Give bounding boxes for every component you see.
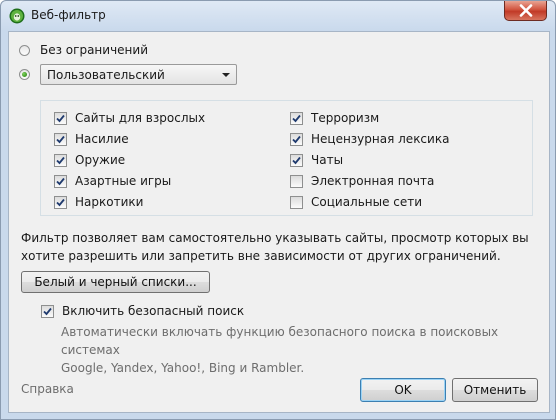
- help-link[interactable]: Справка: [21, 382, 74, 396]
- categories-group: Сайты для взрослых Насилие Оружие Азартн…: [40, 100, 533, 216]
- category-label: Наркотики: [75, 195, 144, 209]
- check-icon: [56, 198, 65, 206]
- category-violence[interactable]: Насилие: [54, 131, 129, 147]
- close-button[interactable]: [504, 1, 547, 21]
- custom-radio[interactable]: [19, 68, 30, 80]
- safe-search-label: Включить безопасный поиск: [62, 304, 245, 318]
- check-icon: [56, 135, 65, 143]
- check-icon: [56, 114, 65, 122]
- ok-button[interactable]: OK: [360, 378, 446, 402]
- window-title: Веб-фильтр: [31, 8, 106, 22]
- close-icon: [519, 4, 533, 17]
- checkbox[interactable]: [290, 132, 303, 146]
- check-icon: [56, 177, 65, 185]
- web-filter-window: Веб-фильтр Без ограничений Пользовательс…: [0, 0, 556, 420]
- custom-option[interactable]: [19, 65, 30, 83]
- checkbox[interactable]: [290, 153, 303, 167]
- checkbox[interactable]: [290, 174, 303, 188]
- checkbox[interactable]: [54, 153, 67, 167]
- check-icon: [43, 307, 52, 315]
- category-adult[interactable]: Сайты для взрослых: [54, 110, 205, 126]
- category-label: Чаты: [311, 153, 344, 167]
- safe-search-description: Автоматически включать функцию безопасно…: [61, 323, 531, 377]
- category-label: Электронная почта: [311, 174, 435, 188]
- dialog-body: Без ограничений Пользовательский Сайты д…: [8, 31, 550, 413]
- category-chats[interactable]: Чаты: [290, 152, 343, 168]
- category-social[interactable]: Социальные сети: [290, 194, 422, 210]
- chevron-down-icon: [222, 73, 230, 77]
- check-icon: [292, 114, 301, 122]
- safe-search-checkbox[interactable]: [41, 304, 54, 318]
- safe-search-description-line: Google, Yandex, Yahoo!, Bing и Rambler.: [61, 361, 305, 375]
- checkbox[interactable]: [290, 111, 303, 125]
- checkbox[interactable]: [54, 132, 67, 146]
- cancel-button[interactable]: Отменить: [452, 378, 538, 402]
- no-restrictions-option[interactable]: Без ограничений: [19, 41, 148, 59]
- category-label: Оружие: [75, 153, 126, 167]
- category-gambling[interactable]: Азартные игры: [54, 173, 171, 189]
- safe-search-description-line: Автоматически включать функцию безопасно…: [61, 325, 499, 357]
- lists-description-line: хотите разрешить или запретить вне завис…: [21, 249, 501, 263]
- checkbox[interactable]: [54, 174, 67, 188]
- category-profanity[interactable]: Нецензурная лексика: [290, 131, 449, 147]
- category-label: Терроризм: [311, 111, 380, 125]
- no-restrictions-radio[interactable]: [19, 44, 30, 56]
- no-restrictions-label: Без ограничений: [40, 43, 148, 57]
- profile-select[interactable]: Пользовательский: [40, 64, 237, 85]
- lists-description: Фильтр позволяет вам самостоятельно указ…: [21, 229, 541, 265]
- safe-search-option[interactable]: Включить безопасный поиск: [41, 303, 244, 319]
- checkbox[interactable]: [54, 195, 67, 209]
- category-label: Социальные сети: [311, 195, 423, 209]
- category-label: Сайты для взрослых: [75, 111, 206, 125]
- category-label: Азартные игры: [75, 174, 172, 188]
- check-icon: [292, 156, 301, 164]
- check-icon: [292, 135, 301, 143]
- app-logo-icon: [9, 8, 25, 24]
- category-label: Насилие: [75, 132, 129, 146]
- category-email[interactable]: Электронная почта: [290, 173, 434, 189]
- profile-select-value: Пользовательский: [47, 68, 165, 82]
- checkbox[interactable]: [290, 195, 303, 209]
- white-black-lists-button[interactable]: Белый и черный списки...: [21, 271, 210, 293]
- category-drugs[interactable]: Наркотики: [54, 194, 143, 210]
- category-weapons[interactable]: Оружие: [54, 152, 125, 168]
- lists-description-line: Фильтр позволяет вам самостоятельно указ…: [21, 231, 529, 245]
- title-bar: Веб-фильтр: [1, 1, 555, 31]
- category-terrorism[interactable]: Терроризм: [290, 110, 379, 126]
- category-label: Нецензурная лексика: [311, 132, 450, 146]
- check-icon: [56, 156, 65, 164]
- checkbox[interactable]: [54, 111, 67, 125]
